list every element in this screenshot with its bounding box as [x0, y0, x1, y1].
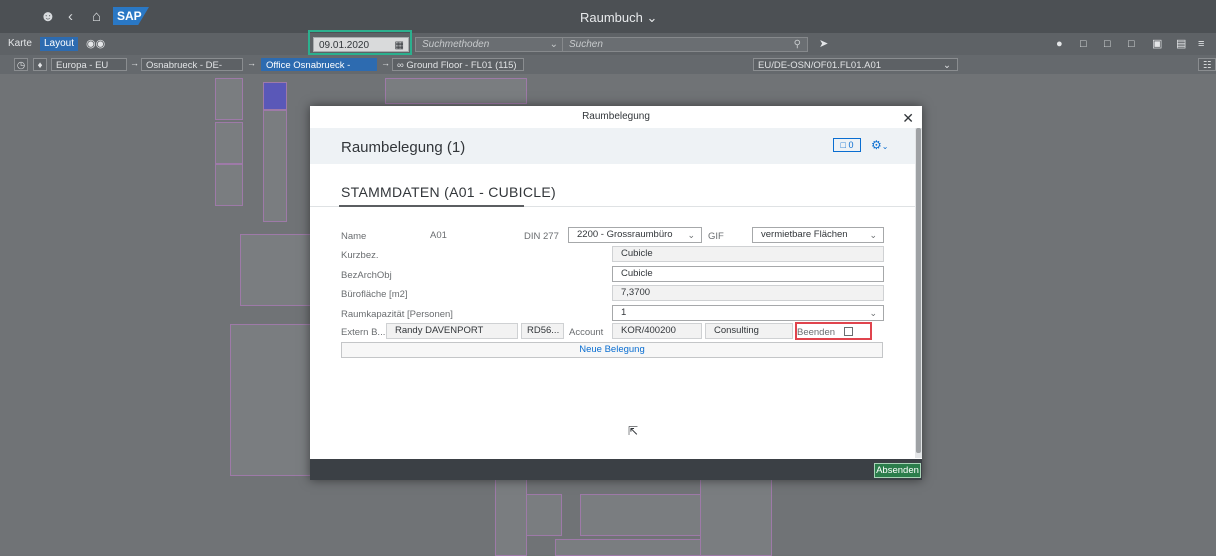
- chevron-down-icon: ⌄: [869, 230, 877, 240]
- dialog-title: Raumbelegung (1): [341, 139, 466, 156]
- bezarch-label: BezArchObj: [341, 270, 392, 281]
- chevron-down-icon: ⌄: [646, 10, 658, 25]
- gif-select[interactable]: vermietbare Flächen ⌄: [752, 227, 884, 243]
- rd-field: RD56...: [521, 323, 564, 339]
- search-input[interactable]: Suchen ⚲: [562, 37, 808, 52]
- arrow-right-icon: →: [381, 58, 390, 68]
- sap-logo: SAP: [113, 7, 149, 25]
- chevron-down-icon: ⌄: [687, 230, 695, 240]
- tab-karte[interactable]: Karte: [4, 37, 36, 51]
- user-icon[interactable]: ☻: [40, 8, 56, 25]
- buero-field: 7,3700: [612, 285, 884, 301]
- path-select[interactable]: EU/DE-OSN/OF01.FL01.A01 ⌄: [753, 58, 958, 71]
- kurzbez-field: Cubicle: [612, 246, 884, 262]
- room[interactable]: [555, 539, 717, 556]
- din-select[interactable]: 2200 - Grossraumbüro ⌄: [568, 227, 702, 243]
- dialog-footer: [310, 459, 922, 480]
- paperclip-icon: ∞: [397, 60, 404, 71]
- chevron-down-icon: ⌄: [943, 60, 951, 71]
- kapazitaet-label: Raumkapazität [Personen]: [341, 309, 453, 320]
- date-highlight: [308, 30, 412, 55]
- table-icon[interactable]: ▤: [1172, 37, 1190, 51]
- close-icon[interactable]: ✕: [902, 110, 914, 127]
- section-underline: [339, 205, 524, 207]
- breadcrumb-office[interactable]: Office Osnabrueck - OF01 (1): [261, 58, 377, 84]
- fit-icon[interactable]: ▣: [1148, 37, 1166, 51]
- history-icon[interactable]: ◷: [14, 58, 28, 71]
- cart-icon[interactable]: ☷: [1198, 58, 1216, 71]
- export-icon[interactable]: □: [1076, 37, 1091, 51]
- chevron-down-icon: ⌄: [881, 142, 889, 151]
- menu-icon[interactable]: ≡: [1194, 37, 1208, 51]
- extern-label: Extern B...: [341, 327, 386, 338]
- beenden-highlight: [795, 322, 872, 340]
- search-methods-select[interactable]: Suchmethoden ⌄: [415, 37, 565, 52]
- dialog-header: Raumbelegung: [582, 111, 650, 122]
- comments-badge[interactable]: □ 0: [833, 138, 861, 152]
- select-icon[interactable]: □: [1100, 37, 1115, 51]
- neue-belegung-button[interactable]: Neue Belegung: [341, 342, 883, 358]
- kapazitaet-select[interactable]: 1 ⌄: [612, 305, 884, 321]
- mouse-cursor-icon: ⇱: [628, 424, 639, 438]
- buero-label: Bürofläche [m2]: [341, 289, 408, 300]
- bezarch-field[interactable]: Cubicle: [612, 266, 884, 282]
- room[interactable]: [215, 78, 243, 120]
- room[interactable]: [230, 324, 312, 476]
- extern-field: Randy DAVENPORT: [386, 323, 518, 339]
- name-value: A01: [430, 230, 447, 241]
- submit-button[interactable]: Absenden: [874, 463, 921, 478]
- chevron-down-icon: ⌄: [869, 308, 877, 318]
- expand-icon[interactable]: □: [1124, 37, 1139, 51]
- room[interactable]: [580, 494, 702, 536]
- raumbelegung-dialog: Raumbelegung ✕ Raumbelegung (1) □ 0 ⚙⌄ S…: [310, 106, 922, 480]
- kurzbez-label: Kurzbez.: [341, 250, 379, 261]
- shell-bar: ☻ ‹ ⌂ SAP Raumbuch ⌄: [0, 0, 1216, 33]
- comment-icon: □: [840, 140, 846, 150]
- room[interactable]: [215, 164, 243, 206]
- consulting-field: Consulting: [705, 323, 793, 339]
- layers-icon[interactable]: ♦: [33, 58, 47, 71]
- chevron-down-icon: ⌄: [549, 39, 558, 50]
- breadcrumb-ground-floor[interactable]: ∞ Ground Floor - FL01 (115): [392, 58, 524, 71]
- room[interactable]: [240, 234, 312, 306]
- room[interactable]: [495, 478, 527, 556]
- room[interactable]: [263, 110, 287, 222]
- room-selected[interactable]: [263, 82, 287, 110]
- scrollbar-thumb[interactable]: [916, 128, 921, 453]
- search-icon[interactable]: ⚲: [794, 38, 801, 51]
- din-label: DIN 277: [524, 231, 559, 242]
- scrollbar[interactable]: [915, 128, 922, 458]
- section-title: STAMMDATEN (A01 - CUBICLE): [341, 184, 556, 200]
- account-field: KOR/400200: [612, 323, 702, 339]
- back-icon[interactable]: ‹: [68, 8, 73, 25]
- arrow-right-icon: →: [247, 58, 256, 68]
- room[interactable]: [525, 494, 562, 536]
- gif-label: GIF: [708, 231, 724, 242]
- locate-icon[interactable]: ➤: [815, 37, 832, 51]
- gear-icon[interactable]: ⚙⌄: [871, 138, 888, 152]
- breadcrumb-europa[interactable]: Europa - EU (9): [51, 58, 127, 84]
- room[interactable]: [700, 478, 772, 556]
- breadcrumb-osnabrueck[interactable]: Osnabrueck - DE-OSN (1): [141, 58, 243, 84]
- account-label: Account: [569, 327, 604, 338]
- circle-icon[interactable]: ●: [1052, 37, 1067, 51]
- binoculars-icon[interactable]: ◉◉: [82, 37, 109, 51]
- app-title[interactable]: Raumbuch ⌄: [580, 10, 657, 26]
- arrow-right-icon: →: [130, 58, 139, 68]
- tab-layout[interactable]: Layout: [40, 37, 79, 51]
- room[interactable]: [385, 78, 527, 104]
- home-icon[interactable]: ⌂: [92, 8, 101, 25]
- room[interactable]: [215, 122, 243, 164]
- name-label: Name: [341, 231, 367, 242]
